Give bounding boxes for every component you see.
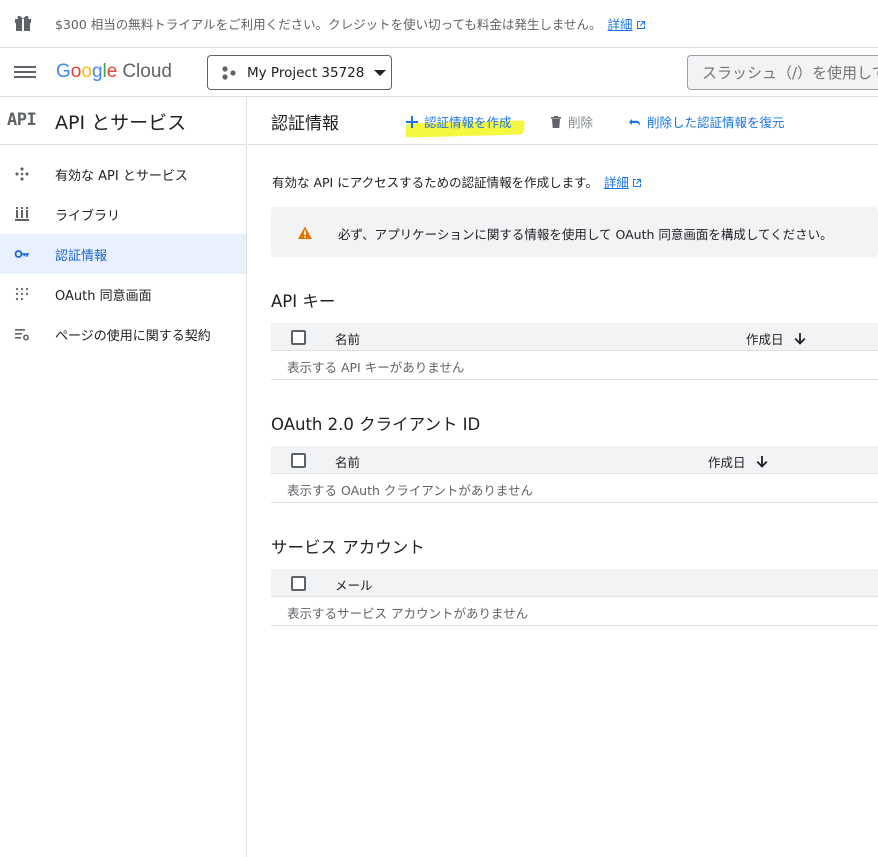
empty-message: 表示する API キーがありません [287, 360, 465, 375]
sidebar-item-label: 有効な API とサービス [55, 169, 188, 184]
external-link-icon [636, 21, 645, 29]
trash-icon [551, 115, 561, 128]
restore-deleted-credentials-button[interactable]: 削除した認証情報を復元 [628, 112, 785, 131]
arrow-down-icon [794, 332, 805, 345]
plus-icon [406, 115, 418, 128]
project-hierarchy-icon [222, 65, 236, 80]
description-text: 有効な API にアクセスするための認証情報を作成します。 [272, 175, 598, 190]
library-icon [15, 207, 29, 221]
main-menu-icon[interactable] [14, 63, 36, 83]
api-keys-table-header: 名前 作成日 [271, 323, 878, 351]
sidebar-title: API とサービス [55, 112, 187, 134]
column-name-header[interactable]: 名前 [335, 329, 360, 348]
column-name-header[interactable]: 名前 [335, 452, 360, 471]
page-description: 有効な API にアクセスするための認証情報を作成します。 詳細 [272, 172, 642, 191]
select-all-checkbox[interactable] [291, 576, 306, 591]
api-keys-empty-row: 表示する API キーがありません [271, 351, 878, 380]
api-keys-title: API キー [271, 292, 336, 311]
column-email-header[interactable]: メール [335, 575, 373, 594]
key-icon [14, 250, 29, 258]
trial-banner: $300 相当の無料トライアルをご利用ください。クレジットを使い切っても料金は発… [0, 0, 878, 48]
create-credentials-button[interactable]: 認証情報を作成 [405, 112, 512, 131]
api-services-icon [15, 167, 29, 181]
page-usage-agreement-icon [15, 329, 29, 341]
oauth-consent-icon [15, 287, 29, 301]
service-accounts-title: サービス アカウント [271, 538, 425, 557]
service-accounts-table-header: メール [271, 569, 878, 597]
sidebar-header: API API とサービス [0, 97, 246, 145]
project-picker[interactable]: My Project 35728 [207, 55, 392, 90]
api-logo-icon: API [7, 110, 37, 130]
sidebar-item-label: ライブラリ [55, 209, 121, 224]
warning-icon [298, 226, 312, 239]
empty-message: 表示する OAuth クライアントがありません [287, 483, 533, 498]
sidebar-item-label: OAuth 同意画面 [55, 289, 152, 304]
banner-text: $300 相当の無料トライアルをご利用ください。クレジットを使い切っても料金は発… [55, 14, 646, 33]
search-input[interactable] [687, 55, 878, 90]
service-accounts-empty-row: 表示するサービス アカウントがありません [271, 597, 878, 626]
page-toolbar: 認証情報 認証情報を作成 削除 削除した認証情報を復元 [248, 97, 878, 145]
oauth-clients-empty-row: 表示する OAuth クライアントがありません [271, 474, 878, 503]
restore-label: 削除した認証情報を復元 [647, 115, 785, 130]
sidebar-item-credentials[interactable]: 認証情報 [0, 234, 246, 274]
delete-button[interactable]: 削除 [549, 112, 593, 131]
column-created-label: 作成日 [746, 332, 784, 347]
sidebar-item-label: 認証情報 [55, 249, 108, 264]
arrow-down-icon [756, 455, 767, 468]
sidebar: API API とサービス 有効な API とサービス ライブラリ 認証情報 O… [0, 97, 247, 857]
oauth-clients-table-header: 名前 作成日 [271, 446, 878, 474]
sidebar-item-enabled-apis[interactable]: 有効な API とサービス [0, 154, 246, 194]
google-cloud-logo[interactable]: Google Cloud [56, 61, 172, 83]
select-all-checkbox[interactable] [291, 453, 306, 468]
select-all-checkbox[interactable] [291, 330, 306, 345]
project-name: My Project 35728 [247, 64, 365, 81]
create-credentials-label: 認証情報を作成 [424, 115, 512, 130]
sidebar-item-label: ページの使用に関する契約 [55, 329, 211, 344]
undo-icon [629, 118, 641, 126]
page-title: 認証情報 [271, 114, 339, 134]
external-link-icon [632, 179, 641, 187]
delete-label: 削除 [568, 115, 594, 130]
warning-text: 必ず、アプリケーションに関する情報を使用して OAuth 同意画面を構成してくだ… [338, 227, 833, 242]
app-header: Google Cloud My Project 35728 [0, 49, 878, 97]
description-details-link[interactable]: 詳細 [604, 175, 629, 190]
chevron-down-icon [374, 69, 387, 76]
empty-message: 表示するサービス アカウントがありません [287, 606, 529, 621]
oauth-clients-title: OAuth 2.0 クライアント ID [271, 415, 481, 434]
sidebar-item-oauth-consent[interactable]: OAuth 同意画面 [0, 274, 246, 314]
sidebar-item-library[interactable]: ライブラリ [0, 194, 246, 234]
banner-details-link[interactable]: 詳細 [608, 17, 633, 32]
column-created-header[interactable]: 作成日 [708, 452, 769, 471]
sidebar-item-page-usage-agreements[interactable]: ページの使用に関する契約 [0, 314, 246, 354]
banner-message: $300 相当の無料トライアルをご利用ください。クレジットを使い切っても料金は発… [55, 17, 602, 32]
gift-icon [15, 15, 31, 31]
oauth-warning-banner: 必ず、アプリケーションに関する情報を使用して OAuth 同意画面を構成してくだ… [271, 207, 878, 257]
column-created-header[interactable]: 作成日 [746, 329, 807, 348]
column-created-label: 作成日 [708, 455, 746, 470]
